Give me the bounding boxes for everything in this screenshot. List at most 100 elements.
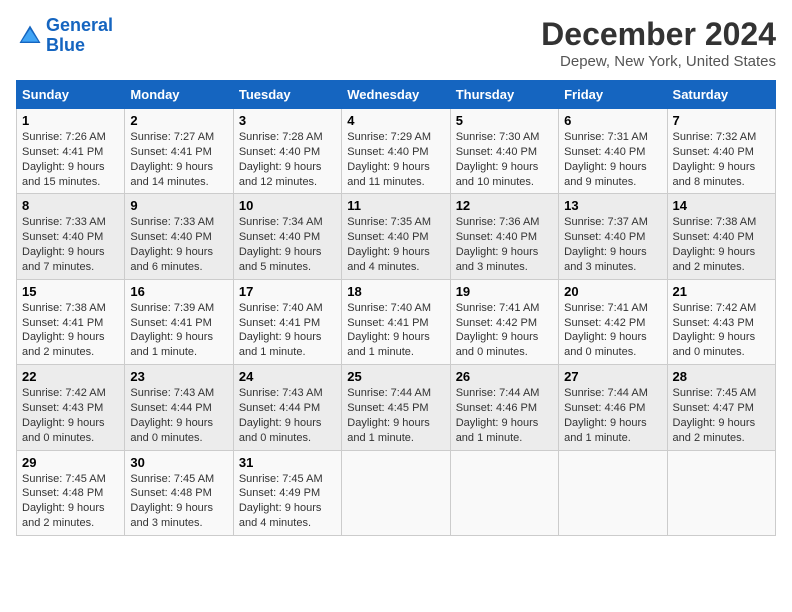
day-info: Sunrise: 7:41 AM Sunset: 4:42 PM Dayligh… (564, 301, 661, 360)
day-number: 21 (673, 284, 770, 299)
day-cell-9: 9 Sunrise: 7:33 AM Sunset: 4:40 PM Daylig… (125, 194, 233, 279)
day-number: 24 (239, 369, 336, 384)
day-number: 25 (347, 369, 444, 384)
day-info: Sunrise: 7:45 AM Sunset: 4:48 PM Dayligh… (22, 472, 119, 531)
day-number: 18 (347, 284, 444, 299)
day-number: 28 (673, 369, 770, 384)
week-row-2: 8 Sunrise: 7:33 AM Sunset: 4:40 PM Daylig… (17, 194, 776, 279)
day-info: Sunrise: 7:28 AM Sunset: 4:40 PM Dayligh… (239, 130, 336, 189)
day-cell-29: 29 Sunrise: 7:45 AM Sunset: 4:48 PM Dayli… (17, 450, 125, 535)
day-info: Sunrise: 7:33 AM Sunset: 4:40 PM Dayligh… (130, 215, 227, 274)
day-cell-22: 22Sunrise: 7:42 AM Sunset: 4:43 PM Dayli… (17, 365, 125, 450)
day-info: Sunrise: 7:26 AM Sunset: 4:41 PM Dayligh… (22, 130, 119, 189)
col-header-saturday: Saturday (667, 81, 775, 109)
day-info: Sunrise: 7:30 AM Sunset: 4:40 PM Dayligh… (456, 130, 553, 189)
week-row-1: 1 Sunrise: 7:26 AM Sunset: 4:41 PM Daylig… (17, 109, 776, 194)
day-info: Sunrise: 7:34 AM Sunset: 4:40 PM Dayligh… (239, 215, 336, 274)
day-info: Sunrise: 7:38 AM Sunset: 4:40 PM Dayligh… (673, 215, 770, 274)
day-number: 5 (456, 113, 553, 128)
day-info: Sunrise: 7:38 AM Sunset: 4:41 PM Dayligh… (22, 301, 119, 360)
day-cell-23: 23Sunrise: 7:43 AM Sunset: 4:44 PM Dayli… (125, 365, 233, 450)
day-number: 3 (239, 113, 336, 128)
day-cell-16: 16 Sunrise: 7:39 AM Sunset: 4:41 PM Dayli… (125, 279, 233, 364)
day-number: 27 (564, 369, 661, 384)
day-cell-12: 12 Sunrise: 7:36 AM Sunset: 4:40 PM Dayli… (450, 194, 558, 279)
day-cell-15: 15 Sunrise: 7:38 AM Sunset: 4:41 PM Dayli… (17, 279, 125, 364)
day-info: Sunrise: 7:33 AM Sunset: 4:40 PM Dayligh… (22, 215, 119, 274)
page-subtitle: Depew, New York, United States (541, 53, 776, 70)
day-cell-21: 21 Sunrise: 7:42 AM Sunset: 4:43 PM Dayli… (667, 279, 775, 364)
day-number: 9 (130, 198, 227, 213)
day-number: 31 (239, 455, 336, 470)
empty-cell (450, 450, 558, 535)
day-info: Sunrise: 7:31 AM Sunset: 4:40 PM Dayligh… (564, 130, 661, 189)
day-cell-30: 30 Sunrise: 7:45 AM Sunset: 4:48 PM Dayli… (125, 450, 233, 535)
week-row-3: 15 Sunrise: 7:38 AM Sunset: 4:41 PM Dayli… (17, 279, 776, 364)
day-info: Sunrise: 7:44 AM Sunset: 4:46 PM Dayligh… (564, 386, 661, 445)
day-cell-27: 27 Sunrise: 7:44 AM Sunset: 4:46 PM Dayli… (559, 365, 667, 450)
day-number: 20 (564, 284, 661, 299)
day-info: Sunrise: 7:41 AM Sunset: 4:42 PM Dayligh… (456, 301, 553, 360)
page-title: December 2024 (541, 16, 776, 53)
day-number: 26 (456, 369, 553, 384)
day-number: 22 (22, 369, 119, 384)
header-row: SundayMondayTuesdayWednesdayThursdayFrid… (17, 81, 776, 109)
day-cell-26: 26 Sunrise: 7:44 AM Sunset: 4:46 PM Dayli… (450, 365, 558, 450)
day-cell-13: 13Sunrise: 7:37 AM Sunset: 4:40 PM Dayli… (559, 194, 667, 279)
day-info: Sunrise: 7:44 AM Sunset: 4:45 PM Dayligh… (347, 386, 444, 445)
col-header-friday: Friday (559, 81, 667, 109)
empty-cell (342, 450, 450, 535)
day-info: Sunrise: 7:36 AM Sunset: 4:40 PM Dayligh… (456, 215, 553, 274)
day-number: 1 (22, 113, 119, 128)
day-cell-31: 31Sunrise: 7:45 AM Sunset: 4:49 PM Dayli… (233, 450, 341, 535)
day-number: 17 (239, 284, 336, 299)
day-number: 6 (564, 113, 661, 128)
day-cell-4: 4Sunrise: 7:29 AM Sunset: 4:40 PM Daylig… (342, 109, 450, 194)
day-number: 16 (130, 284, 227, 299)
day-number: 15 (22, 284, 119, 299)
empty-cell (559, 450, 667, 535)
day-info: Sunrise: 7:44 AM Sunset: 4:46 PM Dayligh… (456, 386, 553, 445)
day-number: 10 (239, 198, 336, 213)
day-cell-5: 5 Sunrise: 7:30 AM Sunset: 4:40 PM Daylig… (450, 109, 558, 194)
day-cell-8: 8 Sunrise: 7:33 AM Sunset: 4:40 PM Daylig… (17, 194, 125, 279)
week-row-5: 29 Sunrise: 7:45 AM Sunset: 4:48 PM Dayli… (17, 450, 776, 535)
day-info: Sunrise: 7:35 AM Sunset: 4:40 PM Dayligh… (347, 215, 444, 274)
day-cell-18: 18 Sunrise: 7:40 AM Sunset: 4:41 PM Dayli… (342, 279, 450, 364)
day-info: Sunrise: 7:39 AM Sunset: 4:41 PM Dayligh… (130, 301, 227, 360)
day-number: 7 (673, 113, 770, 128)
day-cell-20: 20 Sunrise: 7:41 AM Sunset: 4:42 PM Dayli… (559, 279, 667, 364)
day-cell-1: 1 Sunrise: 7:26 AM Sunset: 4:41 PM Daylig… (17, 109, 125, 194)
day-number: 29 (22, 455, 119, 470)
col-header-monday: Monday (125, 81, 233, 109)
day-info: Sunrise: 7:45 AM Sunset: 4:48 PM Dayligh… (130, 472, 227, 531)
day-info: Sunrise: 7:45 AM Sunset: 4:47 PM Dayligh… (673, 386, 770, 445)
day-cell-25: 25 Sunrise: 7:44 AM Sunset: 4:45 PM Dayli… (342, 365, 450, 450)
day-number: 12 (456, 198, 553, 213)
day-number: 23 (130, 369, 227, 384)
calendar-body: 1 Sunrise: 7:26 AM Sunset: 4:41 PM Daylig… (17, 109, 776, 536)
day-cell-17: 17 Sunrise: 7:40 AM Sunset: 4:41 PM Dayli… (233, 279, 341, 364)
empty-cell (667, 450, 775, 535)
calendar-header: SundayMondayTuesdayWednesdayThursdayFrid… (17, 81, 776, 109)
day-number: 13 (564, 198, 661, 213)
day-info: Sunrise: 7:40 AM Sunset: 4:41 PM Dayligh… (347, 301, 444, 360)
day-cell-19: 19Sunrise: 7:41 AM Sunset: 4:42 PM Dayli… (450, 279, 558, 364)
day-cell-7: 7 Sunrise: 7:32 AM Sunset: 4:40 PM Daylig… (667, 109, 775, 194)
page-header: General Blue December 2024 Depew, New Yo… (16, 16, 776, 70)
logo: General Blue (16, 16, 113, 56)
day-number: 11 (347, 198, 444, 213)
day-cell-14: 14 Sunrise: 7:38 AM Sunset: 4:40 PM Dayli… (667, 194, 775, 279)
col-header-sunday: Sunday (17, 81, 125, 109)
day-info: Sunrise: 7:32 AM Sunset: 4:40 PM Dayligh… (673, 130, 770, 189)
week-row-4: 22Sunrise: 7:42 AM Sunset: 4:43 PM Dayli… (17, 365, 776, 450)
day-number: 30 (130, 455, 227, 470)
day-info: Sunrise: 7:40 AM Sunset: 4:41 PM Dayligh… (239, 301, 336, 360)
day-cell-28: 28 Sunrise: 7:45 AM Sunset: 4:47 PM Dayli… (667, 365, 775, 450)
day-info: Sunrise: 7:29 AM Sunset: 4:40 PM Dayligh… (347, 130, 444, 189)
day-number: 14 (673, 198, 770, 213)
day-info: Sunrise: 7:42 AM Sunset: 4:43 PM Dayligh… (673, 301, 770, 360)
day-number: 8 (22, 198, 119, 213)
day-cell-2: 2Sunrise: 7:27 AM Sunset: 4:41 PM Daylig… (125, 109, 233, 194)
day-info: Sunrise: 7:27 AM Sunset: 4:41 PM Dayligh… (130, 130, 227, 189)
